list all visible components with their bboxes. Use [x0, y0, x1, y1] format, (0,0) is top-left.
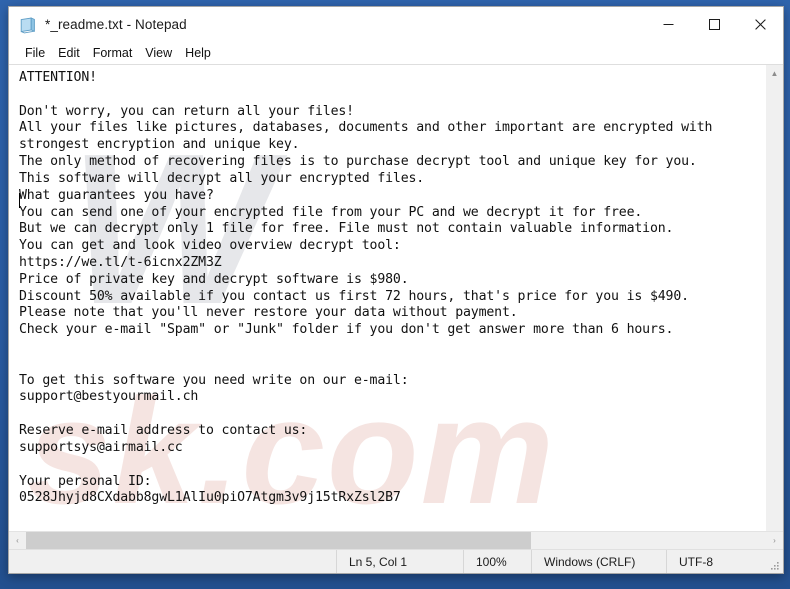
minimize-icon — [663, 24, 673, 25]
minimize-button[interactable] — [645, 7, 691, 42]
horizontal-scroll-track[interactable] — [531, 532, 766, 549]
horizontal-scrollbar[interactable]: ‹ › — [9, 531, 783, 549]
status-encoding[interactable]: UTF-8 — [666, 550, 766, 573]
text-editor[interactable]: W sk.com ATTENTION! Don't worry, you can… — [9, 65, 765, 531]
status-zoom-level[interactable]: 100% — [463, 550, 531, 573]
horizontal-scroll-thumb[interactable] — [26, 532, 531, 549]
title-bar[interactable]: *_readme.txt - Notepad — [9, 7, 783, 42]
menu-item-format[interactable]: Format — [87, 44, 140, 62]
maximize-icon — [708, 19, 720, 30]
close-button[interactable] — [737, 7, 783, 42]
maximize-button[interactable] — [691, 7, 737, 42]
status-bar: Ln 5, Col 1 100% Windows (CRLF) UTF-8 — [9, 549, 783, 573]
menu-item-help[interactable]: Help — [179, 44, 218, 62]
close-icon — [754, 19, 766, 30]
status-cursor-position: Ln 5, Col 1 — [336, 550, 463, 573]
scroll-up-icon[interactable]: ▲ — [766, 65, 783, 82]
ransom-note-text[interactable]: ATTENTION! Don't worry, you can return a… — [9, 65, 765, 507]
window-controls — [645, 7, 783, 42]
scroll-left-icon[interactable]: ‹ — [9, 532, 26, 549]
notepad-icon — [18, 15, 38, 35]
vertical-scrollbar[interactable]: ▲ — [765, 65, 783, 531]
resize-grip-icon[interactable] — [768, 559, 780, 571]
editor-area: W sk.com ATTENTION! Don't worry, you can… — [9, 64, 783, 531]
window-title: *_readme.txt - Notepad — [45, 17, 187, 32]
menu-bar: File Edit Format View Help — [9, 42, 783, 64]
menu-item-view[interactable]: View — [139, 44, 179, 62]
status-line-ending[interactable]: Windows (CRLF) — [531, 550, 666, 573]
desktop-background: *_readme.txt - Notepad File Edit Format … — [0, 0, 790, 589]
menu-item-edit[interactable]: Edit — [52, 44, 87, 62]
text-caret — [19, 193, 20, 208]
menu-item-file[interactable]: File — [19, 44, 52, 62]
scroll-right-icon[interactable]: › — [766, 532, 783, 549]
notepad-window: *_readme.txt - Notepad File Edit Format … — [8, 6, 784, 574]
